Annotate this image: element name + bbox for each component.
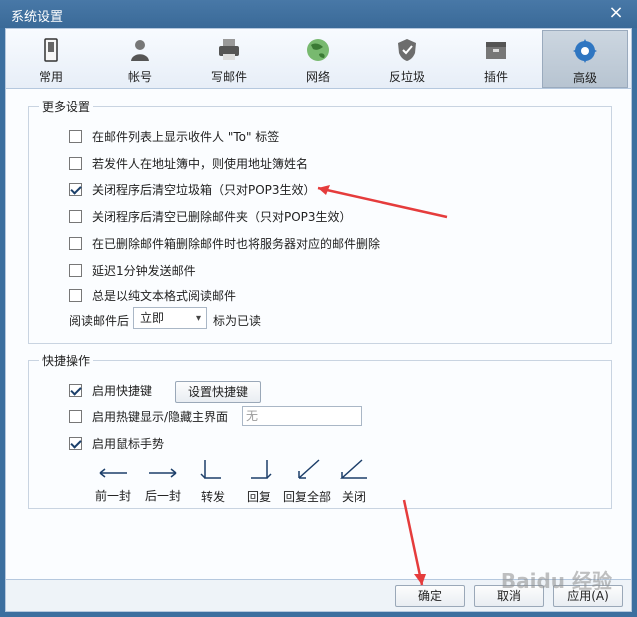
gesture-next: 后一封 — [139, 462, 187, 504]
globe-icon — [307, 39, 329, 61]
tab-account[interactable]: 帐号 — [97, 30, 183, 88]
tab-plugins-label: 插件 — [483, 70, 508, 84]
checkbox[interactable] — [69, 236, 82, 250]
checkbox[interactable] — [69, 263, 82, 277]
read-after-label: 阅读邮件后 — [69, 314, 130, 328]
option-show-to-label[interactable]: 在邮件列表上显示收件人 "To" 标签 — [69, 127, 279, 145]
chevron-down-icon: ▾ — [195, 313, 201, 324]
hotkey-toggle[interactable]: 启用热键显示/隐藏主界面 — [69, 407, 228, 425]
mark-as-read-label: 标为已读 — [213, 314, 262, 328]
checkbox[interactable] — [69, 409, 82, 423]
gesture-label: 转发 — [200, 490, 225, 504]
phone-icon — [44, 38, 58, 62]
printer-icon — [219, 39, 239, 60]
close-icon[interactable]: × — [607, 4, 625, 22]
mouse-gesture[interactable]: 启用鼠标手势 — [69, 434, 164, 452]
gesture-label: 关闭 — [341, 490, 366, 504]
checkbox[interactable] — [69, 383, 82, 397]
option-delete-on-server[interactable]: 在已删除邮件箱删除邮件时也将服务器对应的邮件删除 — [69, 234, 380, 252]
settings-content: 更多设置 在邮件列表上显示收件人 "To" 标签 若发件人在地址簿中，则使用地址… — [5, 89, 632, 579]
option-plain-text[interactable]: 总是以纯文本格式阅读邮件 — [69, 286, 236, 304]
left-arrow-icon — [99, 468, 127, 478]
tab-general[interactable]: 常用 — [8, 30, 94, 88]
tab-antispam-label: 反垃圾 — [388, 70, 425, 84]
tab-advanced-label: 高级 — [572, 71, 597, 85]
hotkey-input[interactable]: 无 — [242, 406, 362, 426]
gesture-forward: 转发 — [189, 459, 237, 505]
forward-gesture-icon — [200, 460, 221, 479]
more-settings-group: 更多设置 在邮件列表上显示收件人 "To" 标签 若发件人在地址簿中，则使用地址… — [28, 98, 612, 344]
tab-antispam[interactable]: 反垃圾 — [364, 30, 450, 88]
close-gesture-icon — [340, 459, 367, 479]
settings-toolbar: 常用 帐号 写邮件 网络 反垃圾 插件 高级 — [5, 28, 632, 89]
reply-gesture-icon — [251, 460, 272, 479]
tab-network[interactable]: 网络 — [275, 30, 361, 88]
gesture-label: 回复全部 — [283, 490, 332, 504]
right-arrow-icon — [149, 468, 177, 478]
box-icon — [486, 42, 506, 59]
tab-compose[interactable]: 写邮件 — [186, 30, 272, 88]
option-delay-send[interactable]: 延迟1分钟发送邮件 — [69, 261, 196, 279]
option-label: 在已删除邮件箱删除邮件时也将服务器对应的邮件删除 — [92, 236, 381, 251]
option-label: 若发件人在地址簿中，则使用地址簿姓名 — [92, 156, 309, 171]
checkbox[interactable] — [69, 288, 82, 302]
gear-icon — [573, 39, 597, 63]
tab-account-label: 帐号 — [127, 70, 152, 84]
read-after-select[interactable]: 立即 ▾ — [133, 307, 207, 329]
enable-shortcut-label: 启用快捷键 — [92, 383, 153, 398]
option-label: 关闭程序后清空已删除邮件夹（只对POP3生效） — [92, 209, 352, 224]
checkbox[interactable] — [69, 156, 82, 170]
reply-all-gesture-icon — [298, 459, 320, 479]
tab-network-label: 网络 — [305, 70, 330, 84]
option-empty-deleted[interactable]: 关闭程序后清空已删除邮件夹（只对POP3生效） — [69, 207, 352, 225]
quick-ops-group: 快捷操作 启用快捷键 设置快捷键 启用热键显示/隐藏主界面 无 启用鼠标手势 前… — [28, 352, 612, 509]
ok-button[interactable]: 确定 — [395, 585, 465, 607]
option-empty-junk[interactable]: 关闭程序后清空垃圾箱（只对POP3生效） — [69, 180, 316, 198]
gesture-reply: 回复 — [235, 459, 283, 505]
dialog-title: 系统设置 — [11, 10, 64, 25]
option-use-address-book-name[interactable]: 若发件人在地址簿中，则使用地址簿姓名 — [69, 154, 308, 172]
gesture-previous: 前一封 — [89, 462, 137, 504]
checkbox[interactable] — [69, 209, 82, 223]
read-after-value: 立即 — [140, 311, 165, 325]
option-label: 在邮件列表上显示收件人 "To" 标签 — [92, 129, 280, 144]
tab-advanced[interactable]: 高级 — [542, 30, 628, 88]
option-label: 总是以纯文本格式阅读邮件 — [92, 288, 237, 303]
titlebar: 系统设置 × — [0, 0, 637, 28]
enable-shortcut[interactable]: 启用快捷键 — [69, 381, 152, 399]
checkbox[interactable] — [69, 436, 82, 450]
mouse-gesture-label: 启用鼠标手势 — [92, 436, 165, 451]
option-label: 延迟1分钟发送邮件 — [92, 263, 196, 278]
system-settings-dialog: 系统设置 × 常用 帐号 写邮件 网络 反垃圾 插件 高级 更多设置 在邮件列表… — [0, 0, 637, 617]
quick-ops-title: 快捷操作 — [39, 352, 94, 369]
gesture-label: 回复 — [246, 490, 271, 504]
gesture-label: 后一封 — [144, 489, 181, 503]
checkbox[interactable] — [69, 182, 82, 196]
baidu-watermark: Baidu 经验 — [500, 569, 612, 593]
shield-icon — [398, 39, 416, 61]
tab-plugins[interactable]: 插件 — [453, 30, 539, 88]
tab-general-label: 常用 — [38, 70, 63, 84]
checkbox[interactable] — [69, 129, 82, 143]
option-label: 关闭程序后清空垃圾箱（只对POP3生效） — [92, 182, 316, 197]
set-shortcut-button[interactable]: 设置快捷键 — [175, 381, 261, 403]
gesture-reply-all: 回复全部 — [283, 459, 331, 505]
more-settings-title: 更多设置 — [39, 98, 94, 115]
tab-compose-label: 写邮件 — [210, 70, 247, 84]
hotkey-toggle-label: 启用热键显示/隐藏主界面 — [92, 409, 229, 424]
gesture-close: 关闭 — [330, 459, 378, 505]
gesture-label: 前一封 — [94, 489, 131, 503]
user-icon — [131, 40, 149, 61]
